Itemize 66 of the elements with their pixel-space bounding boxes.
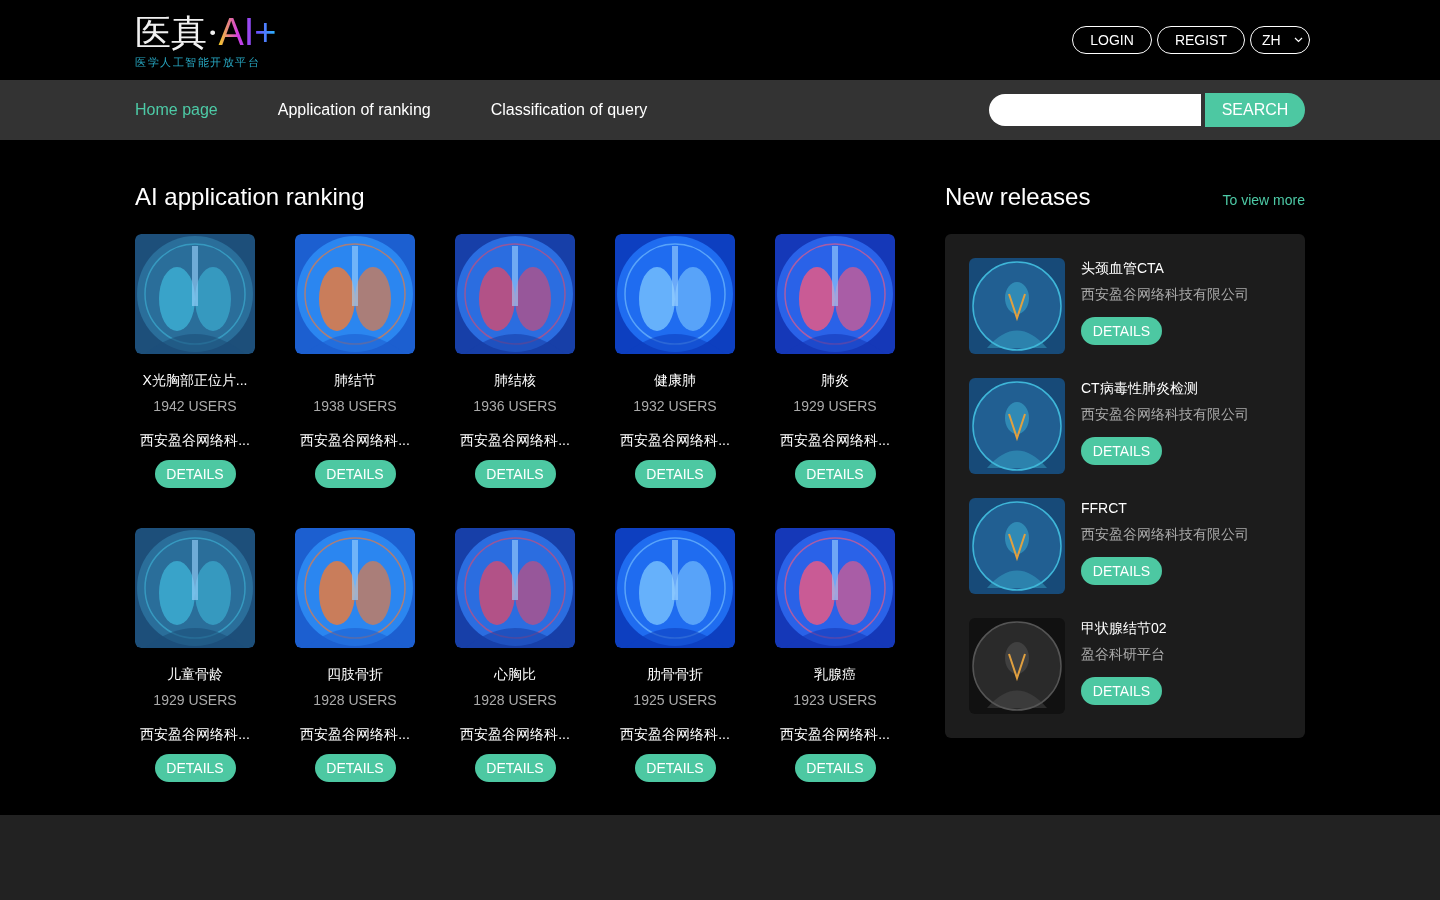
- nav-link[interactable]: Home page: [135, 101, 218, 119]
- logo-title: 医真·: [135, 11, 219, 54]
- app-name: 肺炎: [821, 371, 849, 389]
- details-button[interactable]: DETAILS: [1081, 557, 1162, 585]
- section-title: New releases: [945, 182, 1091, 212]
- header-button[interactable]: LOGIN: [1072, 26, 1152, 54]
- user-count: 1929 USERS: [793, 397, 877, 415]
- app-name: 乳腺癌: [814, 665, 856, 683]
- details-button[interactable]: DETAILS: [314, 754, 396, 782]
- details-button[interactable]: DETAILS: [1081, 677, 1162, 705]
- details-button[interactable]: DETAILS: [794, 754, 876, 782]
- details-button[interactable]: DETAILS: [154, 754, 236, 782]
- company-name: 西安盈谷网络科...: [780, 725, 890, 743]
- section-title: AI application ranking: [135, 182, 366, 212]
- company-name: 西安盈谷网络科...: [300, 725, 410, 743]
- details-button[interactable]: DETAILS: [1081, 437, 1162, 465]
- details-button[interactable]: DETAILS: [474, 754, 556, 782]
- company-name: 西安盈谷网络科...: [460, 725, 570, 743]
- search-field[interactable]: [989, 94, 1201, 126]
- details-button[interactable]: DETAILS: [314, 460, 396, 488]
- app-name: 心胸比: [494, 665, 536, 683]
- user-count: 1942 USERS: [153, 397, 237, 415]
- details-button[interactable]: DETAILS: [634, 460, 716, 488]
- company-name: 西安盈谷网络科技有限公司: [1081, 525, 1249, 543]
- details-button[interactable]: DETAILS: [1081, 317, 1162, 345]
- logo-subtitle: 医学人工智能开放平台: [135, 54, 261, 70]
- user-count: 1925 USERS: [633, 691, 717, 709]
- nav-link[interactable]: Classification of query: [490, 101, 648, 119]
- release-name: 甲状腺结节02: [1081, 619, 1167, 637]
- company-name: 西安盈谷网络科...: [300, 431, 410, 449]
- app-name: X光胸部正位片...: [142, 371, 248, 389]
- company-name: 西安盈谷网络科...: [620, 431, 730, 449]
- company-name: 西安盈谷网络科技有限公司: [1081, 405, 1249, 423]
- details-button[interactable]: DETAILS: [154, 460, 236, 488]
- app-name: 儿童骨龄: [167, 665, 223, 683]
- search-button[interactable]: SEARCH: [1205, 93, 1305, 127]
- language-select[interactable]: ZH: [1250, 26, 1310, 54]
- release-name: CT病毒性肺炎检测: [1081, 379, 1198, 397]
- app-name: 肺结核: [494, 371, 536, 389]
- app-name: 健康肺: [654, 371, 696, 389]
- app-name: 四肢骨折: [327, 665, 383, 683]
- company-name: 西安盈谷网络科...: [780, 431, 890, 449]
- user-count: 1932 USERS: [633, 397, 717, 415]
- chevron-icon: [1294, 37, 1303, 43]
- user-count: 1928 USERS: [313, 691, 397, 709]
- user-count: 1938 USERS: [313, 397, 397, 415]
- company-name: 盈谷科研平台: [1081, 645, 1165, 663]
- company-name: 西安盈谷网络科...: [620, 725, 730, 743]
- user-count: 1923 USERS: [793, 691, 877, 709]
- company-name: 西安盈谷网络科...: [140, 431, 250, 449]
- nav-link[interactable]: Application of ranking: [277, 101, 431, 119]
- user-count: 1929 USERS: [153, 691, 237, 709]
- details-button[interactable]: DETAILS: [634, 754, 716, 782]
- header-button[interactable]: REGIST: [1156, 26, 1245, 54]
- app-name: 肋骨骨折: [647, 665, 703, 683]
- release-name: 头颈血管CTA: [1081, 259, 1164, 277]
- company-name: 西安盈谷网络科技有限公司: [1081, 285, 1249, 303]
- app-name: 肺结节: [334, 371, 376, 389]
- details-button[interactable]: DETAILS: [474, 460, 556, 488]
- details-button[interactable]: DETAILS: [794, 460, 876, 488]
- user-count: 1936 USERS: [473, 397, 557, 415]
- company-name: 西安盈谷网络科...: [460, 431, 570, 449]
- company-name: 西安盈谷网络科...: [140, 725, 250, 743]
- user-count: 1928 USERS: [473, 691, 557, 709]
- view-more-link[interactable]: To view more: [1222, 192, 1305, 208]
- release-name: FFRCT: [1081, 499, 1127, 517]
